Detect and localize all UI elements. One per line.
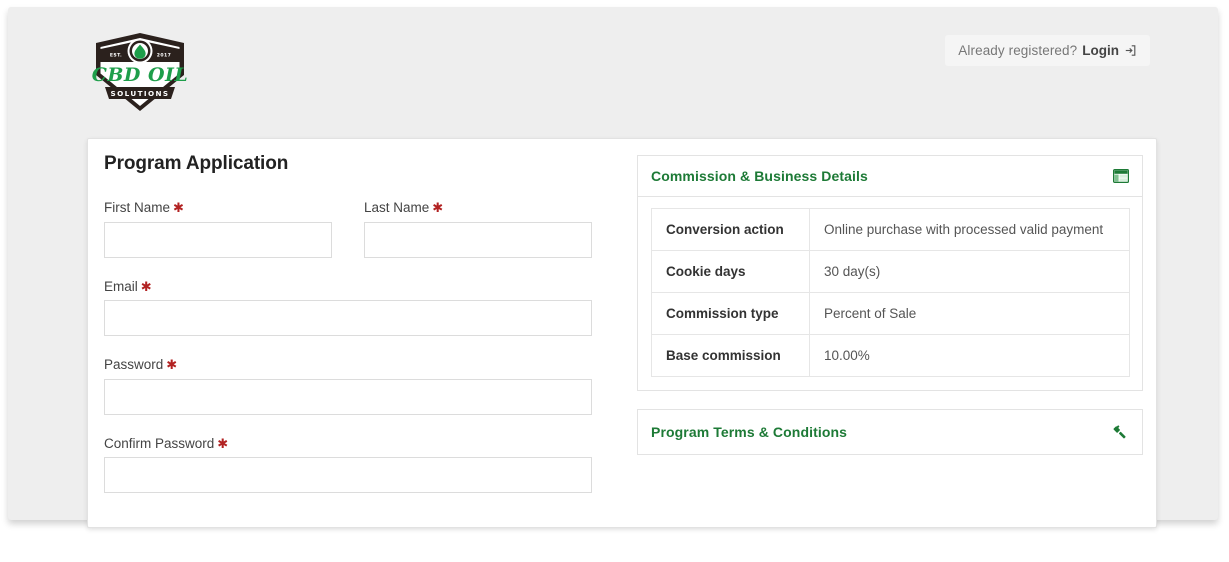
first-name-field: First Name ✱	[104, 201, 332, 258]
svg-text:SOLUTIONS: SOLUTIONS	[111, 89, 170, 98]
screenshot-viewport: EST. 2017 CBD OIL SOLUTIONS Already regi…	[0, 0, 1229, 562]
password-field-group: Password ✱	[104, 358, 624, 415]
required-asterisk: ✱	[217, 435, 229, 451]
row-key: Commission type	[651, 292, 810, 335]
row-value: 30 day(s)	[809, 250, 1130, 293]
password-input[interactable]	[104, 378, 592, 415]
confirm-password-label: Confirm Password ✱	[104, 435, 624, 451]
terms-panel-title: Program Terms & Conditions	[651, 424, 848, 440]
email-input[interactable]	[104, 300, 592, 336]
gavel-icon	[1112, 423, 1130, 441]
table-row: Commission type Percent of Sale	[651, 292, 1130, 335]
email-label-text: Email	[104, 278, 138, 294]
program-application-form: Program Application First Name ✱ Last Nam…	[104, 153, 624, 515]
last-name-field: Last Name ✱	[364, 201, 592, 258]
email-label: Email ✱	[104, 278, 624, 294]
row-key: Base commission	[651, 334, 810, 377]
svg-text:EST.: EST.	[110, 53, 122, 59]
row-value: 10.00%	[824, 348, 870, 363]
row-value: Online purchase with processed valid pay…	[809, 208, 1130, 251]
confirm-password-input[interactable]	[104, 457, 592, 493]
commission-panel-body: Conversion action Online purchase with p…	[638, 197, 1142, 390]
site-header: EST. 2017 CBD OIL SOLUTIONS Already regi…	[8, 7, 1218, 124]
last-name-label: Last Name ✱	[364, 201, 592, 215]
table-row: Base commission 10.00%	[651, 334, 1130, 377]
program-terms-panel[interactable]: Program Terms & Conditions	[637, 409, 1143, 455]
program-details-column: Commission & Business Details Conversion…	[637, 155, 1143, 473]
svg-text:2017: 2017	[157, 53, 171, 59]
table-icon	[1112, 167, 1130, 185]
row-key: Conversion action	[651, 208, 810, 251]
application-card: Program Application First Name ✱ Last Nam…	[87, 138, 1157, 528]
password-label: Password ✱	[104, 358, 624, 372]
row-key: Cookie days	[651, 250, 810, 293]
table-row: Conversion action Online purchase with p…	[651, 208, 1130, 251]
required-asterisk: ✱	[140, 278, 152, 294]
commission-details-table: Conversion action Online purchase with p…	[651, 208, 1130, 377]
page-title: Program Application	[104, 153, 289, 174]
first-name-label: First Name ✱	[104, 201, 332, 215]
page-surface: EST. 2017 CBD OIL SOLUTIONS Already regi…	[8, 7, 1218, 528]
password-label-text: Password	[104, 357, 164, 372]
commission-panel-header: Commission & Business Details	[638, 156, 1142, 197]
terms-panel-header[interactable]: Program Terms & Conditions	[638, 410, 1142, 454]
commission-panel-title: Commission & Business Details	[651, 168, 868, 184]
email-field-group: Email ✱	[104, 278, 624, 336]
confirm-password-label-text: Confirm Password	[104, 435, 215, 451]
required-asterisk: ✱	[166, 357, 178, 372]
table-row: Cookie days 30 day(s)	[651, 250, 1130, 293]
last-name-label-text: Last Name	[364, 200, 430, 215]
svg-text:CBD OIL: CBD OIL	[92, 64, 189, 86]
required-asterisk: ✱	[173, 200, 184, 215]
login-pill[interactable]: Already registered? Login	[945, 35, 1150, 66]
row-value: Percent of Sale	[809, 292, 1130, 335]
required-asterisk: ✱	[432, 200, 444, 215]
confirm-password-field-group: Confirm Password ✱	[104, 435, 624, 493]
login-prompt: Already registered?	[958, 43, 1078, 58]
site-logo[interactable]: EST. 2017 CBD OIL SOLUTIONS	[90, 31, 190, 113]
cbd-oil-solutions-logo-icon: EST. 2017 CBD OIL SOLUTIONS	[92, 33, 189, 111]
name-row: First Name ✱ Last Name ✱	[104, 201, 624, 258]
commission-business-details-panel: Commission & Business Details Conversion…	[637, 155, 1143, 391]
login-link[interactable]: Login	[1082, 43, 1119, 58]
first-name-input[interactable]	[104, 221, 332, 258]
sign-in-icon	[1124, 44, 1137, 57]
last-name-input[interactable]	[364, 221, 592, 258]
first-name-label-text: First Name	[104, 200, 171, 215]
